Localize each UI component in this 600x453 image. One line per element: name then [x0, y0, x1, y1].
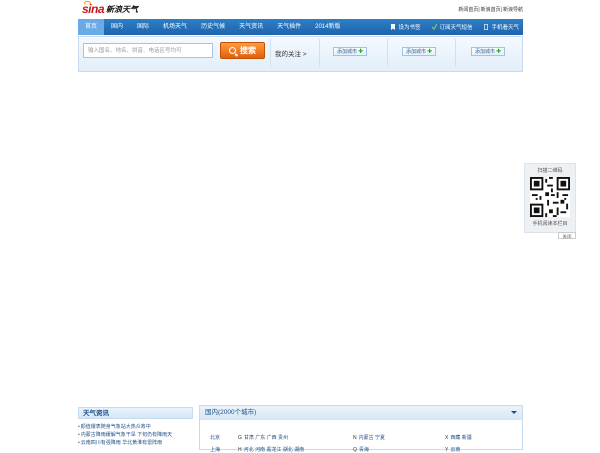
news-item[interactable]: 内蒙古降雨缓解气象干旱 下旬仍有降雨天 [78, 431, 193, 439]
qr-code-widget: 扫描二维码 手机阅读本栏目 [524, 163, 576, 233]
plus-icon: ✚ [426, 49, 433, 55]
search-icon [229, 47, 236, 54]
qr-close-button[interactable]: 关闭 [558, 232, 576, 239]
search-bar: 输入国名、地名、拼音、电话区号均可 搜索 我的关注 > 添加城市 ✚ 添加城市 ✚ … [78, 36, 523, 72]
main-nav: 首页 国内 国际 机场天气 历史气候 天气资讯 天气插件 2014新版 设为书签… [78, 19, 523, 35]
add-city-button-3[interactable]: 添加城市 ✚ [471, 47, 505, 56]
weather-news-title: 天气资讯 [78, 407, 193, 419]
nav-item-plugin[interactable]: 天气插件 [270, 19, 308, 35]
sms-subscribe-link[interactable]: 订阅天气短信 [432, 23, 472, 31]
nav-item-news[interactable]: 天气资讯 [232, 19, 270, 35]
group-letter: H [238, 447, 242, 453]
city-link[interactable]: 北京 [210, 435, 220, 441]
city-group: G 甘肃 广东 广西 贵州 [238, 434, 288, 441]
search-button[interactable]: 搜索 [220, 42, 265, 59]
chevron-down-icon[interactable] [511, 411, 517, 414]
top-link-news-home[interactable]: 新闻首页 [458, 7, 478, 13]
nav-right-links: 设为书签 订阅天气短信 手机看天气 [379, 23, 523, 31]
top-links: 新闻首页|新浪首页|新浪导航 [458, 7, 523, 13]
nav-item-home[interactable]: 首页 [78, 19, 105, 35]
group-letter: Y [445, 447, 449, 453]
nav-item-airport[interactable]: 机场天气 [156, 19, 194, 35]
add-city-button-2[interactable]: 添加城市 ✚ [402, 47, 436, 56]
qr-code-image [530, 177, 570, 217]
divider [455, 39, 456, 67]
mobile-label: 手机看天气 [491, 25, 519, 31]
nav-item-new-version[interactable]: 2014新版 [308, 19, 347, 35]
city-search-input[interactable]: 输入国名、地名、拼音、电话区号均可 [83, 43, 213, 58]
qr-footer: 手机阅读本栏目 [532, 221, 568, 227]
sms-icon [432, 23, 438, 30]
domestic-panel-header[interactable]: 国内(2000个城市) [200, 406, 522, 420]
plus-icon: ✚ [357, 49, 364, 55]
mobile-weather-link[interactable]: 手机看天气 [484, 23, 519, 31]
top-link-sina-nav[interactable]: 新浪导航 [503, 7, 523, 13]
add-city-label: 添加城市 [474, 49, 495, 55]
city-link[interactable]: 云南 [450, 447, 460, 453]
bookmark-link[interactable]: 设为书签 [391, 23, 420, 31]
qr-title: 扫描二维码 [537, 168, 563, 174]
domestic-cities-panel: 国内(2000个城市) 北京 G 甘肃 广东 广西 贵州 N 内蒙古 宁夏 X 西藏 … [199, 405, 523, 453]
plus-icon: ✚ [495, 49, 502, 55]
sina-weather-logo[interactable]: sina 新浪天气 [82, 1, 139, 16]
group-letter: X [445, 435, 449, 441]
sms-label: 订阅天气短信 [439, 25, 473, 31]
bookmark-label: 设为书签 [398, 25, 421, 31]
bookmark-icon [391, 24, 396, 30]
top-header: sina 新浪天气 新闻首页|新浪首页|新浪导航 [78, 1, 523, 18]
nav-item-international[interactable]: 国际 [130, 19, 156, 35]
logo-title: 新浪天气 [106, 5, 139, 14]
city-group: X 西藏 新疆 [445, 434, 472, 441]
weather-news-panel: 天气资讯 颜值爆表随身气象站大热众筹中 内蒙古降雨缓解气象干旱 下旬仍有降雨天 … [78, 407, 193, 450]
phone-icon [484, 23, 489, 31]
add-city-button-1[interactable]: 添加城市 ✚ [333, 47, 367, 56]
city-link[interactable]: 甘肃 广东 广西 贵州 [244, 435, 288, 441]
add-city-label: 添加城市 [405, 49, 426, 55]
divider [387, 39, 388, 67]
city-link[interactable]: 青海 [359, 447, 369, 453]
city-group: 北京 [210, 434, 220, 441]
city-group: N 内蒙古 宁夏 [353, 434, 385, 441]
search-button-label: 搜索 [240, 46, 256, 55]
group-letter: G [238, 435, 242, 441]
sina-logo-mark: sina [82, 1, 105, 16]
city-link[interactable]: 内蒙古 宁夏 [359, 435, 385, 441]
divider [319, 39, 320, 67]
nav-item-history[interactable]: 历史气候 [194, 19, 232, 35]
top-link-sina-home[interactable]: 新浪首页 [481, 7, 501, 13]
nav-item-domestic[interactable]: 国内 [104, 19, 130, 35]
my-follow-label[interactable]: 我的关注 > [275, 48, 307, 58]
city-link[interactable]: 上海 [210, 447, 220, 453]
divider [270, 39, 271, 67]
group-letter: Q [353, 447, 357, 453]
news-item[interactable]: 云南四川有强降雨 华北黄淮有雷阵雨 [78, 439, 193, 447]
add-city-label: 添加城市 [336, 49, 357, 55]
city-link[interactable]: 河北 河南 黑龙江 湖北 湖南 [244, 447, 305, 453]
domestic-panel-title: 国内(2000个城市) [205, 409, 257, 416]
city-link[interactable]: 西藏 新疆 [450, 435, 471, 441]
group-letter: N [353, 435, 357, 441]
news-item[interactable]: 颜值爆表随身气象站大热众筹中 [78, 423, 193, 431]
